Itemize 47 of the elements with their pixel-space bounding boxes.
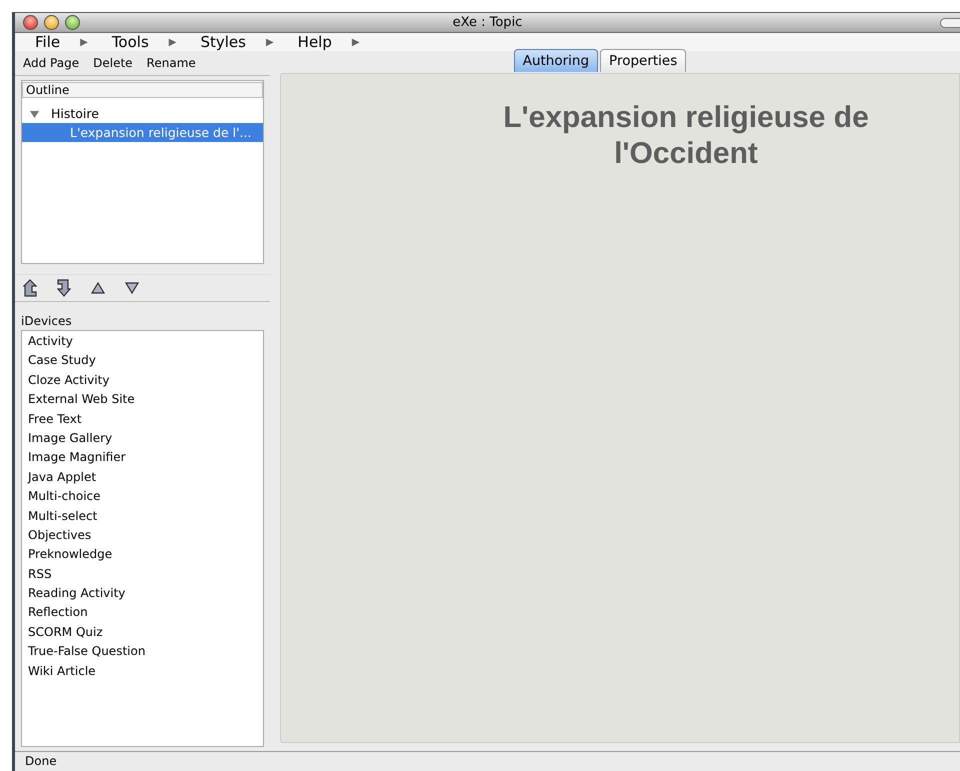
- idevice-item[interactable]: Cloze Activity: [28, 370, 263, 390]
- idevice-item[interactable]: Reading Activity: [28, 584, 263, 604]
- submenu-arrow: ▶: [168, 36, 178, 48]
- idevice-item[interactable]: External Web Site: [28, 390, 263, 410]
- tree-item[interactable]: Histoire: [22, 104, 263, 123]
- tree-item[interactable]: L'expansion religieuse de l'...: [22, 123, 263, 142]
- toolbar-button[interactable]: Delete: [87, 53, 139, 73]
- idevices-label: iDevices: [20, 313, 73, 330]
- submenu-arrow: ▶: [264, 36, 275, 48]
- status-text: Done: [25, 754, 57, 768]
- idevice-item[interactable]: Image Gallery: [28, 428, 263, 448]
- idevice-item[interactable]: RSS: [28, 564, 263, 584]
- idevice-item[interactable]: Case Study: [28, 351, 263, 371]
- disclosure-triangle-icon[interactable]: [30, 110, 39, 120]
- idevice-item[interactable]: Multi-select: [28, 506, 263, 526]
- page-heading: L'expansion religieuse de l'Occident: [502, 100, 870, 172]
- idevice-item[interactable]: SCORM Quiz: [28, 622, 263, 642]
- toolbar-button[interactable]: Rename: [140, 53, 202, 73]
- idevice-item[interactable]: Objectives: [28, 526, 263, 546]
- submenu-arrow: ▶: [79, 36, 89, 48]
- submenu-arrow: ▶: [350, 36, 361, 48]
- menu-item[interactable]: Help: [288, 33, 344, 51]
- idevice-item[interactable]: Reflection: [28, 603, 263, 623]
- menu-item[interactable]: File: [25, 33, 72, 51]
- promote-icon[interactable]: [23, 279, 37, 297]
- close-button[interactable]: [23, 15, 38, 30]
- idevice-item[interactable]: Image Magnifier: [28, 448, 263, 468]
- outline-header: Outline: [22, 82, 263, 98]
- idevice-item[interactable]: Preknowledge: [28, 545, 263, 565]
- menu-item[interactable]: Styles: [190, 33, 258, 51]
- menu-item[interactable]: Tools: [102, 33, 161, 51]
- zoom-button[interactable]: [65, 15, 80, 30]
- move-down-icon[interactable]: [125, 282, 139, 294]
- idevice-item[interactable]: Wiki Article: [28, 662, 263, 682]
- tab[interactable]: Properties: [600, 49, 686, 72]
- window-title: eXe : Topic: [452, 15, 522, 30]
- idevice-item[interactable]: Multi-choice: [28, 487, 263, 507]
- minimize-button[interactable]: [44, 15, 59, 30]
- tab[interactable]: Authoring: [514, 49, 598, 72]
- idevice-item[interactable]: True-False Question: [28, 642, 263, 662]
- toolbar-toggle-button[interactable]: [940, 18, 960, 28]
- toolbar-button[interactable]: Add Page: [17, 53, 86, 73]
- demote-icon[interactable]: [57, 279, 71, 297]
- move-up-icon[interactable]: [91, 282, 105, 294]
- idevice-item[interactable]: Java Applet: [28, 468, 263, 488]
- idevice-item[interactable]: Activity: [28, 332, 263, 352]
- idevice-item[interactable]: Free Text: [28, 410, 263, 429]
